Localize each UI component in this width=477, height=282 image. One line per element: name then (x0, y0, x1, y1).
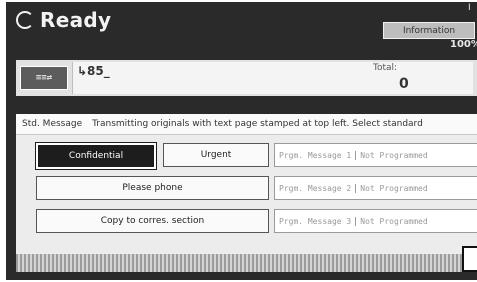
tab-std-message[interactable]: Std. Message (16, 119, 92, 129)
program-message-3[interactable]: Prgm. Message 3 Not Programmed (274, 209, 477, 233)
panel-header: Std. Message Transmitting originals with… (16, 114, 477, 135)
slot-status: Not Programmed (355, 150, 431, 160)
confidential-button[interactable]: Confidential (36, 143, 156, 169)
please-phone-button[interactable]: Please phone (36, 176, 269, 200)
program-message-1[interactable]: Prgm. Message 1 Not Programmed (274, 143, 477, 167)
fax-screen: I Ready Information 100% ≡≡⇄ ↳85_ Total:… (6, 2, 477, 280)
bottom-pattern (16, 254, 477, 272)
fax-mode-icon: ≡≡⇄ (35, 73, 53, 83)
information-button[interactable]: Information (383, 22, 475, 39)
transmission-mode-button[interactable]: ≡≡⇄ (20, 66, 68, 90)
destination-field[interactable]: ↳85_ Total: 0 (72, 62, 473, 94)
program-message-2[interactable]: Prgm. Message 2 Not Programmed (274, 176, 477, 200)
total-label: Total: (373, 63, 398, 73)
slot-status: Not Programmed (355, 216, 431, 226)
memory-indicator: 100% (450, 39, 477, 50)
destination-number: ↳85_ (77, 64, 110, 78)
corner-indicator: I (468, 3, 471, 13)
slot-label: Prgm. Message 3 (279, 216, 352, 226)
status-title: Ready (16, 8, 111, 32)
total-value: 0 (399, 76, 409, 92)
panel-instructions: Transmitting originals with text page st… (92, 119, 423, 129)
destination-row: ≡≡⇄ ↳85_ Total: 0 (16, 60, 477, 96)
status-text: Ready (40, 8, 112, 32)
bottom-right-button[interactable] (462, 246, 477, 272)
ready-icon (16, 11, 34, 29)
urgent-button[interactable]: Urgent (163, 143, 269, 167)
slot-label: Prgm. Message 2 (279, 183, 352, 193)
standard-message-panel: Std. Message Transmitting originals with… (16, 114, 477, 254)
slot-status: Not Programmed (355, 183, 431, 193)
copy-to-corres-button[interactable]: Copy to corres. section (36, 209, 269, 233)
slot-label: Prgm. Message 1 (279, 150, 352, 160)
